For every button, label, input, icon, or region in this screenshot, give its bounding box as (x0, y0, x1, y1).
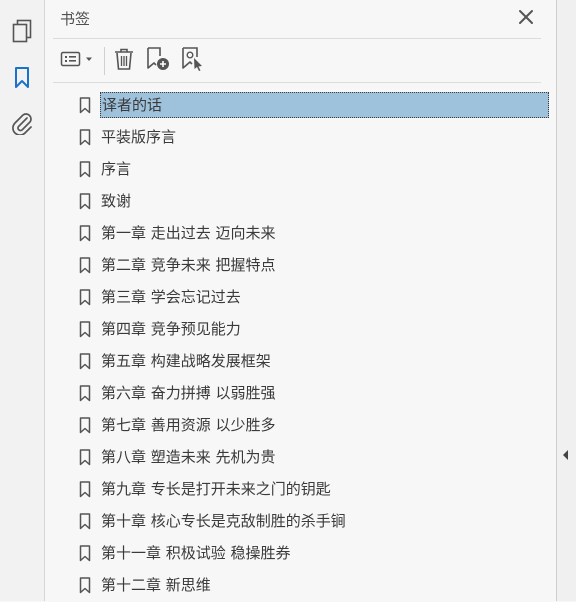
bookmark-icon (79, 449, 91, 466)
collapse-panel-arrow-icon[interactable] (561, 447, 571, 461)
toolbar-divider (53, 82, 541, 83)
bookmark-icon (79, 385, 91, 402)
delete-icon (113, 47, 135, 75)
bookmark-icon (79, 353, 91, 370)
bookmark-icon (79, 161, 91, 178)
bookmark-label: 第三章 学会忘记过去 (101, 288, 241, 306)
bookmark-item[interactable]: 第三章 学会忘记过去 (75, 282, 555, 314)
bookmark-label: 第十一章 积极试验 稳操胜券 (101, 544, 291, 562)
options-menu-button[interactable] (59, 47, 97, 75)
options-menu-icon (60, 50, 96, 72)
bookmark-item[interactable]: 序言 (75, 154, 555, 186)
bookmark-label: 第十章 核心专长是克敌制胜的杀手锏 (101, 512, 346, 530)
bookmark-item[interactable]: 第十二章 新思维 (75, 570, 555, 602)
bookmark-label: 致谢 (101, 192, 132, 210)
panel-header: 书签 (45, 0, 556, 38)
bookmark-icon (79, 577, 91, 594)
bookmark-item[interactable]: 第八章 塑造未来 先机为贵 (75, 442, 555, 474)
bookmark-item[interactable]: 第二章 竞争未来 把握特点 (75, 250, 555, 282)
bookmark-item[interactable]: 第九章 专长是打开未来之门的钥匙 (75, 474, 555, 506)
bookmarks-panel: 书签 译者的话 平装版序言 序言 致谢 第一章 走出过去 迈向未来 第二章 竞争… (45, 0, 556, 601)
new-bookmark-from-structure-button[interactable] (179, 47, 207, 75)
navigation-rail (0, 0, 45, 601)
bookmark-icon (79, 225, 91, 242)
bookmark-label: 第九章 专长是打开未来之门的钥匙 (101, 480, 331, 498)
bookmark-item[interactable]: 第十一章 积极试验 稳操胜券 (75, 538, 555, 570)
bookmark-label: 平装版序言 (101, 128, 177, 146)
bookmark-icon (79, 289, 91, 306)
new-bookmark-button[interactable] (144, 47, 172, 75)
bookmark-label: 第一章 走出过去 迈向未来 (101, 224, 276, 242)
bookmark-label: 第八章 塑造未来 先机为贵 (101, 448, 276, 466)
bookmark-label: 第六章 奋力拼搏 以弱胜强 (101, 384, 276, 402)
bookmark-icon (79, 193, 91, 210)
bookmark-item[interactable]: 译者的话 (75, 90, 555, 122)
new-bookmark-from-structure-icon (180, 46, 206, 76)
bookmark-label: 译者的话 (100, 92, 549, 118)
bookmark-icon (79, 545, 91, 562)
bookmark-item[interactable]: 第五章 构建战略发展框架 (75, 346, 555, 378)
new-bookmark-icon (145, 46, 171, 76)
bookmark-icon (79, 97, 91, 114)
bookmark-label: 第四章 竞争预见能力 (101, 320, 241, 338)
bookmark-label: 第十二章 新思维 (101, 576, 211, 594)
bookmarks-icon[interactable] (9, 65, 35, 91)
bookmark-label: 第七章 善用资源 以少胜多 (101, 416, 276, 434)
pages-icon[interactable] (9, 18, 35, 44)
bookmark-item[interactable]: 致谢 (75, 186, 555, 218)
document-pane-edge (556, 0, 576, 601)
delete-bookmark-button[interactable] (111, 47, 137, 75)
bookmark-item[interactable]: 第十章 核心专长是克敌制胜的杀手锏 (75, 506, 555, 538)
close-icon[interactable] (515, 6, 537, 28)
bookmark-label: 第二章 竞争未来 把握特点 (101, 256, 276, 274)
bookmark-icon (79, 257, 91, 274)
bookmark-item[interactable]: 第六章 奋力拼搏 以弱胜强 (75, 378, 555, 410)
bookmark-item[interactable]: 第七章 善用资源 以少胜多 (75, 410, 555, 442)
bookmark-item[interactable]: 平装版序言 (75, 122, 555, 154)
header-divider (53, 38, 541, 39)
bookmark-item[interactable]: 第四章 竞争预见能力 (75, 314, 555, 346)
bookmark-icon (79, 513, 91, 530)
bookmark-icon (79, 129, 91, 146)
bookmark-label: 序言 (101, 160, 132, 178)
bookmark-label: 第五章 构建战略发展框架 (101, 352, 271, 370)
attachments-icon[interactable] (9, 110, 35, 136)
panel-title: 书签 (60, 10, 91, 28)
bookmark-icon (79, 417, 91, 434)
toolbar-separator (104, 47, 105, 75)
bookmark-icon (79, 321, 91, 338)
bookmarks-toolbar (45, 41, 556, 81)
bookmark-item[interactable]: 第一章 走出过去 迈向未来 (75, 218, 555, 250)
bookmark-icon (79, 481, 91, 498)
